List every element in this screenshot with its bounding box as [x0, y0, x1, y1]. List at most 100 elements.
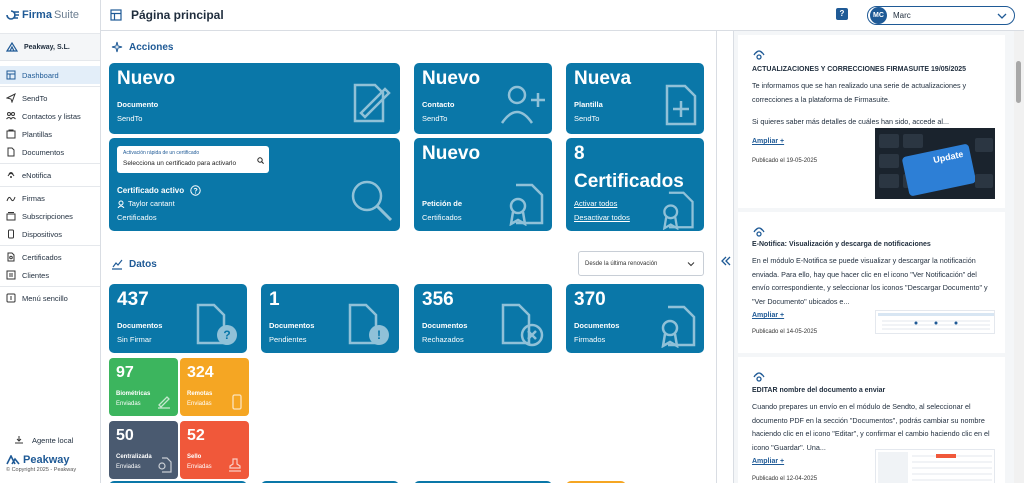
divider	[0, 186, 100, 187]
certificate-quick-activation-input[interactable]: Activación rápida de un certificado Sele…	[117, 146, 269, 173]
period-select[interactable]: Desde la última renovación	[578, 251, 704, 276]
new-contact-card[interactable]: Nuevo Contacto SendTo	[414, 63, 552, 134]
news-title: E-Notifica: Visualización y descarga de …	[752, 241, 931, 248]
svg-text:!: !	[377, 328, 381, 342]
stat-label-2: Enviadas	[187, 464, 212, 470]
stat-value: 324	[187, 364, 214, 381]
sidebar-item-contactos[interactable]: Contactos y listas	[0, 107, 100, 125]
read-more-link[interactable]: Ampliar +	[752, 138, 784, 145]
firmasuite-logo[interactable]: Firma Suite	[6, 9, 79, 21]
news-body: Te informamos que se han realizado una s…	[752, 81, 967, 104]
sidebar-item-label: Dashboard	[22, 70, 59, 80]
stat-label-1: Documentos	[269, 321, 315, 330]
scrollbar[interactable]	[1014, 31, 1024, 483]
search-icon[interactable]	[257, 157, 264, 164]
document-alert-icon: !	[348, 303, 389, 345]
logo-text-bold: Firma	[22, 9, 52, 21]
sidebar-item-label: Menú sencillo	[22, 293, 68, 303]
stat-label-1: Remotas	[187, 391, 213, 397]
stat-mini-remotas[interactable]: 324 Remotas Enviadas	[180, 358, 249, 416]
stat-card-sin-firmar[interactable]: 437 Documentos Sin Firmar ?	[109, 284, 247, 353]
stat-card-pendientes[interactable]: 1 Documentos Pendientes !	[261, 284, 399, 353]
chart-icon	[112, 259, 123, 270]
stat-value: 437	[117, 289, 149, 310]
svg-text:?: ?	[223, 328, 230, 342]
sidebar-item-subscripciones[interactable]: Subscripciones	[0, 207, 100, 225]
user-name: Marc	[893, 11, 911, 20]
card-big-text: Nuevo	[422, 143, 481, 164]
scrollbar-thumb[interactable]	[1016, 61, 1021, 103]
stat-mini-sello[interactable]: 52 Sello Enviadas	[180, 421, 249, 479]
stat-card-firmados[interactable]: 370 Documentos Firmados	[566, 284, 704, 353]
sidebar-item-plantillas[interactable]: Plantillas	[0, 125, 100, 143]
sidebar-item-sendto[interactable]: SendTo	[0, 89, 100, 107]
sidebar-item-enotifica[interactable]: eNotifica	[0, 166, 100, 184]
card-line-2: SendTo	[117, 114, 143, 123]
activate-all-link[interactable]: Activar todos	[574, 199, 617, 208]
card-line-2: Certificados	[117, 213, 157, 222]
news-image-screenshot	[875, 449, 995, 483]
enotifica-icon	[6, 170, 16, 180]
stat-label-1: Centralizada	[116, 454, 152, 460]
news-date: Publicado el 19-05-2025	[752, 158, 818, 164]
stat-card-rechazados[interactable]: 356 Documentos Rechazados	[414, 284, 552, 353]
dashboard-icon	[6, 70, 16, 80]
panel-divider	[716, 31, 734, 483]
card-big-text: Nueva	[574, 68, 632, 89]
sidebar-item-documentos[interactable]: Documentos	[0, 143, 100, 161]
sidebar-item-menu-sencillo[interactable]: Menú sencillo	[0, 289, 100, 307]
news-body: En el módulo E-Notifica se puede visuali…	[752, 256, 988, 306]
request-certificate-card[interactable]: Nuevo Petición de Certificados	[414, 138, 552, 231]
agent-local-button[interactable]: Agente local	[0, 432, 100, 448]
card-line-2: SendTo	[574, 114, 600, 123]
firmasuite-logo-icon	[6, 10, 19, 20]
help-circle-icon[interactable]	[190, 185, 201, 196]
sidebar-footer: Agente local	[0, 432, 100, 448]
stat-label-2: Enviadas	[187, 401, 212, 407]
divider	[0, 163, 100, 164]
news-date: Publicado el 12-04-2025	[752, 476, 818, 482]
news-card: ACTUALIZACIONES Y CORRECCIONES FIRMASUIT…	[738, 35, 1005, 208]
new-template-card[interactable]: Nueva Plantilla SendTo	[566, 63, 704, 134]
new-document-card[interactable]: Nuevo Documento SendTo	[109, 63, 400, 134]
sidebar-item-dashboard[interactable]: Dashboard	[0, 66, 100, 84]
sidebar-item-firmas[interactable]: Firmas	[0, 189, 100, 207]
news-body: Cuando prepares un envío en el módulo de…	[752, 402, 990, 452]
collapse-panel-icon[interactable]	[720, 255, 732, 267]
read-more-link[interactable]: Ampliar +	[752, 312, 784, 319]
card-big-text: Nuevo	[117, 68, 176, 89]
divider	[0, 86, 100, 87]
stat-mini-biometricas[interactable]: 97 Biométricas Enviadas	[109, 358, 178, 416]
input-placeholder: Selecciona un certificado para activarlo	[123, 160, 237, 167]
news-date: Publicado el 14-05-2025	[752, 329, 818, 335]
deactivate-all-link[interactable]: Desactivar todos	[574, 213, 630, 222]
company-selector[interactable]: Peakway, S.L.	[0, 33, 100, 61]
agent-label: Agente local	[32, 435, 74, 445]
stat-mini-centralizada[interactable]: 50 Centralizada Enviadas	[109, 421, 178, 479]
clients-icon	[6, 270, 16, 280]
sidebar-item-clientes[interactable]: Clientes	[0, 266, 100, 284]
card-line-1: Plantilla	[574, 100, 603, 109]
certificate-icon	[158, 457, 172, 473]
company-name: Peakway, S.L.	[24, 43, 70, 51]
datos-title: Datos	[129, 258, 157, 270]
read-more-link[interactable]: Ampliar +	[752, 458, 784, 465]
sidebar-item-certificados[interactable]: Certificados	[0, 248, 100, 266]
certificates-card: 8 Certificados Activar todos Desactivar …	[566, 138, 704, 231]
signature-pen-icon	[158, 396, 170, 409]
mobile-icon	[232, 394, 242, 410]
stat-label-2: Rechazados	[422, 335, 464, 344]
device-icon	[6, 229, 16, 239]
sidebar-item-dispositivos[interactable]: Dispositivos	[0, 225, 100, 243]
card-line-2: SendTo	[422, 114, 448, 123]
cert-user-icon	[117, 200, 125, 208]
sidebar-item-label: Dispositivos	[22, 229, 63, 239]
certificate-icon	[509, 183, 544, 226]
user-menu[interactable]: MC Marc	[867, 6, 1015, 25]
news-icon	[753, 372, 765, 382]
help-icon[interactable]: ?	[836, 8, 848, 20]
divider	[0, 286, 100, 287]
sidebar-item-label: Certificados	[22, 252, 62, 262]
news-image-screenshot	[875, 310, 995, 334]
search-icon	[351, 180, 393, 222]
